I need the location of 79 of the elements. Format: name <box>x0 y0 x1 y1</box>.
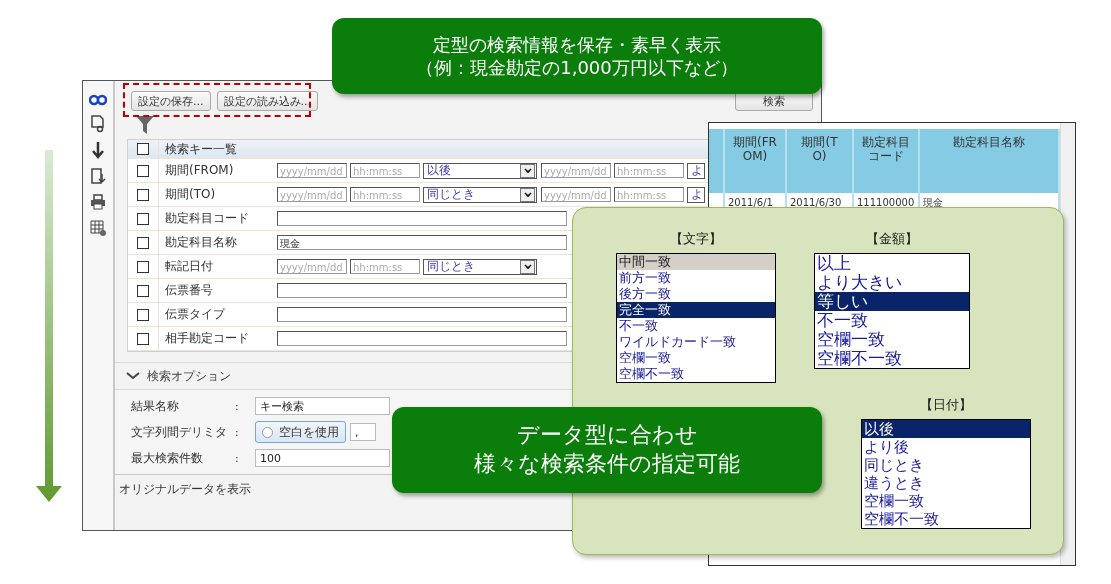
checkbox[interactable] <box>137 260 149 273</box>
key-label: 勘定科目名称 <box>164 234 238 251</box>
list-option[interactable]: 空欄一致 <box>862 492 1030 510</box>
list-option[interactable]: 以上 <box>815 254 969 273</box>
column-header: 期間(TO) <box>787 129 854 193</box>
checkbox[interactable] <box>137 236 149 249</box>
checkbox[interactable] <box>137 143 149 155</box>
option-label: 結果名称 <box>131 397 180 415</box>
key-label: 勘定科目コード <box>164 210 250 227</box>
key-label: 期間(FROM) <box>164 162 235 179</box>
list-option[interactable]: より後 <box>862 438 1030 456</box>
list-option[interactable]: 不一致 <box>617 318 775 334</box>
list-option[interactable]: ワイルドカード一致 <box>617 334 775 350</box>
option-label: 最大検索件数 <box>131 449 204 467</box>
operator-dropdown[interactable]: よ <box>687 186 705 203</box>
key-label: 相手勘定コード <box>164 330 250 347</box>
list-option[interactable]: 同じとき <box>862 456 1030 474</box>
callout: 定型の検索情報を保存・素早く表示 （例：現金勘定の1,000万円以下など） <box>332 18 822 94</box>
printer-icon[interactable] <box>89 193 107 211</box>
list-option[interactable]: 後方一致 <box>617 286 775 302</box>
list-title: 【日付】 <box>920 396 972 414</box>
callout: データ型に合わせ 様々な検索条件の指定可能 <box>392 407 822 493</box>
checkbox[interactable] <box>137 284 149 297</box>
colon: : <box>235 451 240 465</box>
list-option[interactable]: 前方一致 <box>617 270 775 286</box>
list-option[interactable]: 空欄一致 <box>617 350 775 366</box>
list-option[interactable]: より大きい <box>815 273 969 292</box>
down-arrow-icon[interactable] <box>89 141 107 159</box>
table-settings-icon[interactable] <box>89 219 107 237</box>
delimiter-field[interactable]: , <box>350 423 376 441</box>
colon: : <box>235 425 240 439</box>
toggle-button[interactable]: 空白を使用 <box>255 421 346 443</box>
document-search-icon[interactable] <box>89 115 107 133</box>
list-option[interactable]: 空欄不一致 <box>617 366 775 382</box>
toolbar-button[interactable]: 設定の読み込み... <box>216 91 318 111</box>
list-option[interactable]: 違うとき <box>862 474 1030 492</box>
text-field[interactable] <box>277 283 567 298</box>
list-option[interactable]: 中間一致 <box>617 254 775 270</box>
list-option[interactable]: 不一致 <box>815 311 969 330</box>
list-option[interactable]: 空欄一致 <box>815 330 969 349</box>
text-field[interactable]: 現金 <box>277 235 567 250</box>
list-option[interactable]: 空欄不一致 <box>815 349 969 368</box>
caret-icon <box>523 263 532 270</box>
filter-icon[interactable] <box>135 115 155 135</box>
key-label: 転記日付 <box>164 258 214 275</box>
operator-dropdown[interactable]: 同じとき <box>423 258 537 275</box>
section-header[interactable]: 検索オプション <box>115 362 575 390</box>
caret-icon <box>523 191 532 198</box>
colon: : <box>235 399 240 413</box>
column-header: 期間(FROM) <box>725 129 787 193</box>
column-header: 検索キー一覧 <box>164 140 238 158</box>
checkbox[interactable] <box>137 188 149 201</box>
text-field[interactable] <box>277 331 567 346</box>
list-title: 【金額】 <box>866 230 918 248</box>
text-field[interactable] <box>277 211 567 226</box>
key-label: 伝票タイプ <box>164 306 227 323</box>
list-option[interactable]: 以後 <box>862 420 1030 438</box>
checkbox[interactable] <box>137 212 149 225</box>
list-option[interactable]: 空欄不一致 <box>862 510 1030 528</box>
list-option[interactable]: 等しい <box>815 292 969 311</box>
option-field[interactable]: 100 <box>255 449 390 467</box>
key-label: 期間(TO) <box>164 186 217 203</box>
status-text: オリジナルデータを表示 <box>118 481 252 498</box>
caret-icon <box>523 167 532 174</box>
operator-dropdown[interactable]: よ <box>687 162 705 179</box>
checkbox[interactable] <box>137 164 149 177</box>
operator-dropdown[interactable]: 同じとき <box>423 186 537 203</box>
toolbar-button[interactable]: 設定の保存... <box>131 91 211 111</box>
text-field[interactable] <box>277 307 567 322</box>
key-label: 伝票番号 <box>164 282 214 299</box>
list-title: 【文字】 <box>670 230 722 248</box>
checkbox[interactable] <box>137 308 149 321</box>
column-header: 勘定科目コード <box>854 129 920 193</box>
operator-dropdown[interactable]: 以後 <box>423 162 537 179</box>
list-option[interactable]: 完全一致 <box>617 302 775 318</box>
option-label: 文字列間デリミタ <box>131 423 228 441</box>
document-import-icon[interactable] <box>89 167 107 185</box>
checkbox[interactable] <box>137 332 149 345</box>
option-field[interactable]: キー検索 <box>255 397 390 415</box>
